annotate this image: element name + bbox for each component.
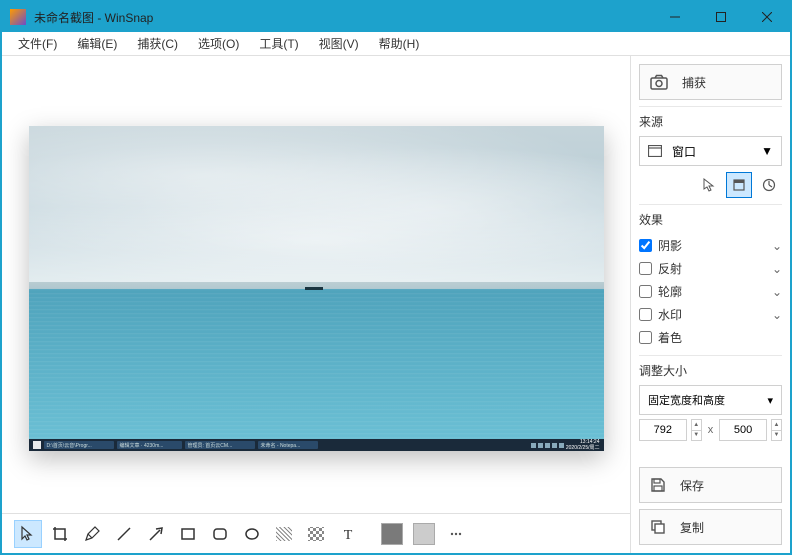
titlebar[interactable]: 未命名截图 - WinSnap xyxy=(2,2,790,32)
chevron-down-icon[interactable]: ⌄ xyxy=(772,239,782,253)
svg-text:T: T xyxy=(344,528,353,543)
window-title: 未命名截图 - WinSnap xyxy=(34,9,652,26)
save-icon xyxy=(650,477,666,493)
canvas-viewport[interactable]: D:\首页\云音\Progr... 编辑文章 · 4230m... 管理员: 首… xyxy=(2,56,630,513)
source-dropdown[interactable]: 窗口 ▼ xyxy=(639,136,782,166)
screenshot-preview: D:\首页\云音\Progr... 编辑文章 · 4230m... 管理员: 首… xyxy=(29,126,604,451)
canvas-area: D:\首页\云音\Progr... 编辑文章 · 4230m... 管理员: 首… xyxy=(2,56,630,553)
menu-capture[interactable]: 捕获(C) xyxy=(129,32,186,55)
shadow-checkbox[interactable] xyxy=(639,239,652,252)
effect-outline[interactable]: 轮廓⌄ xyxy=(639,280,782,303)
app-icon xyxy=(10,9,26,25)
preview-tray: 13:14:24 2020/2/25/周二 xyxy=(531,439,600,451)
preview-start-icon xyxy=(33,441,41,449)
effects-section: 效果 阴影⌄ 反射⌄ 轮廓⌄ 水印⌄ 着色 xyxy=(639,204,782,349)
resize-label: 调整大小 xyxy=(639,362,782,379)
app-window: 未命名截图 - WinSnap 文件(F) 编辑(E) 捕获(C) 选项(O) … xyxy=(0,0,792,555)
watermark-checkbox[interactable] xyxy=(639,308,652,321)
capture-mode-row xyxy=(639,172,782,198)
menu-file[interactable]: 文件(F) xyxy=(10,32,65,55)
width-spinner[interactable]: ▲▼ xyxy=(691,419,702,441)
outline-checkbox[interactable] xyxy=(639,285,652,298)
chevron-down-icon[interactable]: ⌄ xyxy=(772,308,782,322)
menu-help[interactable]: 帮助(H) xyxy=(371,32,428,55)
caret-down-icon: ▼ xyxy=(761,144,773,158)
cursor-mode[interactable] xyxy=(696,172,722,198)
preview-clouds xyxy=(29,126,604,289)
preview-taskbar-item: D:\首页\云音\Progr... xyxy=(44,441,114,449)
preview-taskbar-item: 管理员: 首页云CM... xyxy=(185,441,255,449)
preview-taskbar-item: 未命名 - Notepa... xyxy=(258,441,318,449)
preview-clock: 13:14:24 2020/2/25/周二 xyxy=(566,439,600,451)
spin-down-icon[interactable]: ▼ xyxy=(772,431,781,441)
menu-edit[interactable]: 编辑(E) xyxy=(69,32,125,55)
source-label: 来源 xyxy=(639,113,782,130)
tint-checkbox[interactable] xyxy=(639,331,652,344)
save-label: 保存 xyxy=(680,477,704,494)
effects-label: 效果 xyxy=(639,211,782,228)
width-field[interactable]: 792 xyxy=(639,419,687,441)
copy-label: 复制 xyxy=(680,519,704,536)
close-button[interactable] xyxy=(744,2,790,32)
capture-button[interactable]: 捕获 xyxy=(639,64,782,100)
spin-down-icon[interactable]: ▼ xyxy=(692,431,701,441)
preview-taskbar: D:\首页\云音\Progr... 编辑文章 · 4230m... 管理员: 首… xyxy=(29,439,604,451)
copy-icon xyxy=(650,519,666,535)
chevron-down-icon[interactable]: ⌄ xyxy=(772,262,782,276)
preview-boat xyxy=(305,287,323,290)
preview-water xyxy=(29,289,604,444)
maximize-button[interactable] xyxy=(698,2,744,32)
save-button[interactable]: 保存 xyxy=(639,467,782,503)
height-spinner[interactable]: ▲▼ xyxy=(771,419,782,441)
caret-down-icon: ▾ xyxy=(767,394,773,407)
x-separator: x xyxy=(706,424,716,436)
menu-tools[interactable]: 工具(T) xyxy=(251,32,306,55)
menu-view[interactable]: 视图(V) xyxy=(311,32,367,55)
annotation-toolbar: T xyxy=(2,513,630,553)
preview-taskbar-item: 编辑文章 · 4230m... xyxy=(117,441,182,449)
spin-up-icon[interactable]: ▲ xyxy=(772,420,781,431)
content-area: D:\首页\云音\Progr... 编辑文章 · 4230m... 管理员: 首… xyxy=(2,56,790,553)
rounded-rect-tool[interactable] xyxy=(206,520,234,548)
spin-up-icon[interactable]: ▲ xyxy=(692,420,701,431)
fill-color[interactable] xyxy=(378,520,406,548)
pixelate-tool[interactable] xyxy=(302,520,330,548)
delay-mode[interactable] xyxy=(756,172,782,198)
effect-tint[interactable]: 着色 xyxy=(639,326,782,349)
more-tools[interactable] xyxy=(442,520,470,548)
resize-mode-dropdown[interactable]: 固定宽度和高度 ▾ xyxy=(639,385,782,415)
copy-button[interactable]: 复制 xyxy=(639,509,782,545)
window-mode[interactable] xyxy=(726,172,752,198)
effect-watermark[interactable]: 水印⌄ xyxy=(639,303,782,326)
line-tool[interactable] xyxy=(110,520,138,548)
effect-shadow[interactable]: 阴影⌄ xyxy=(639,234,782,257)
source-section: 来源 窗口 ▼ xyxy=(639,106,782,198)
resize-section: 调整大小 固定宽度和高度 ▾ 792 ▲▼ x 500 ▲▼ xyxy=(639,355,782,441)
effect-reflect[interactable]: 反射⌄ xyxy=(639,257,782,280)
resize-mode-value: 固定宽度和高度 xyxy=(648,392,725,408)
camera-icon xyxy=(650,74,668,90)
pointer-tool[interactable] xyxy=(14,520,42,548)
minimize-button[interactable] xyxy=(652,2,698,32)
reflect-checkbox[interactable] xyxy=(639,262,652,275)
source-value: 窗口 xyxy=(672,143,696,160)
size-row: 792 ▲▼ x 500 ▲▼ xyxy=(639,419,782,441)
height-field[interactable]: 500 xyxy=(719,419,767,441)
rectangle-tool[interactable] xyxy=(174,520,202,548)
ellipse-tool[interactable] xyxy=(238,520,266,548)
highlight-tool[interactable] xyxy=(270,520,298,548)
sidebar: 捕获 来源 窗口 ▼ 效果 阴影⌄ 反射⌄ 轮廓⌄ xyxy=(630,56,790,553)
stroke-color[interactable] xyxy=(410,520,438,548)
window-controls xyxy=(652,2,790,32)
chevron-down-icon[interactable]: ⌄ xyxy=(772,285,782,299)
menu-options[interactable]: 选项(O) xyxy=(190,32,247,55)
crop-tool[interactable] xyxy=(46,520,74,548)
arrow-tool[interactable] xyxy=(142,520,170,548)
capture-label: 捕获 xyxy=(682,74,706,91)
pen-tool[interactable] xyxy=(78,520,106,548)
text-tool[interactable]: T xyxy=(334,520,362,548)
menubar: 文件(F) 编辑(E) 捕获(C) 选项(O) 工具(T) 视图(V) 帮助(H… xyxy=(2,32,790,56)
window-icon xyxy=(648,145,662,157)
